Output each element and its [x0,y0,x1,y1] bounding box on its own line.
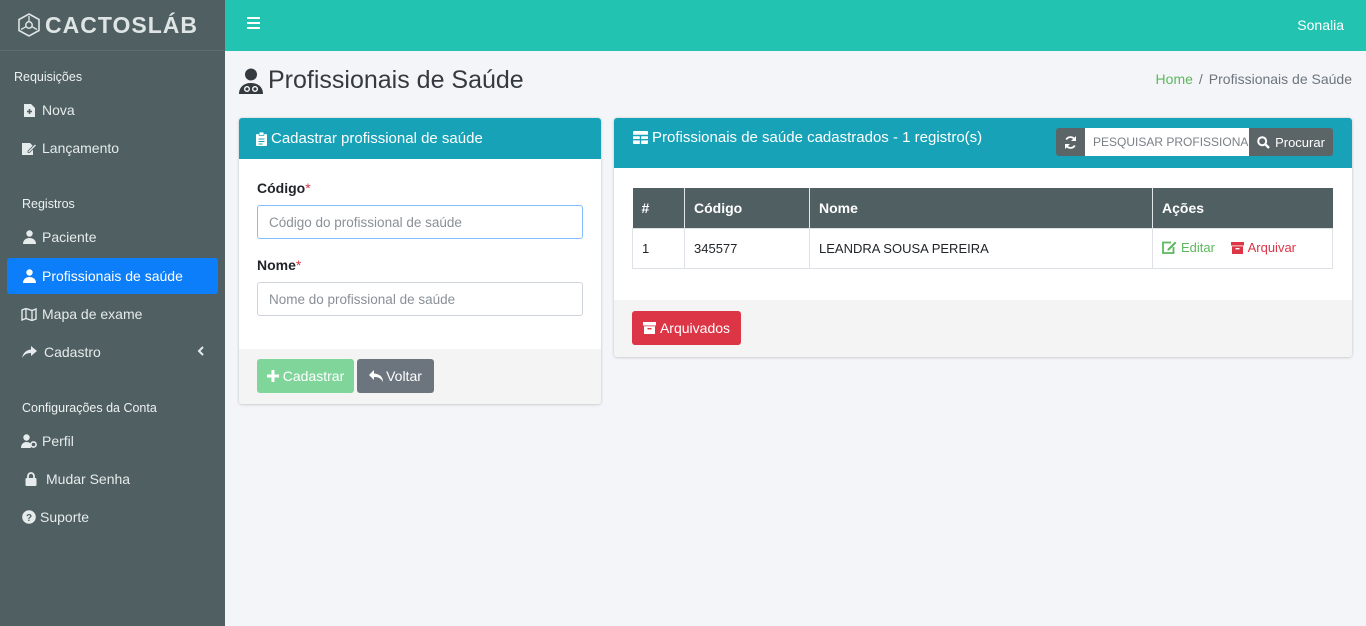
column-header-acoes: Ações [1152,188,1333,228]
breadcrumb-current: Profissionais de Saúde [1208,71,1352,87]
arquivados-button-label: Arquivados [659,320,731,336]
breadcrumb: Home / Profissionais de Saúde [1156,71,1352,87]
table-header-row: # Código Nome Ações [632,188,1333,228]
user-md-icon [21,268,37,284]
archive-link[interactable]: Arquivar [1230,240,1297,255]
cell-nome: LEANDRA SOUSA PEREIRA [809,227,1153,269]
question-circle-icon: ? [21,509,37,525]
professionals-list-footer: Arquivados [614,300,1352,357]
professionals-list-card: Profissionais de saúde cadastrados - 1 r… [614,118,1352,357]
sidebar-item-nova[interactable]: Nova [7,92,218,128]
table-icon [633,131,648,144]
map-icon [21,306,37,322]
user-injured-icon [21,229,37,245]
sidebar-item-perfil[interactable]: Perfil [7,423,218,459]
cell-acoes: Editar Arquivar [1152,227,1333,269]
codigo-input[interactable] [257,205,583,239]
sidebar-item-label: Paciente [42,229,97,245]
cadastrar-button[interactable]: Cadastrar [257,359,354,393]
breadcrumb-separator: / [1198,71,1203,87]
voltar-button-label: Voltar [386,368,422,384]
search-icon [1257,135,1270,149]
table-row: 1 345577 LEANDRA SOUSA PEREIRA Editar Ar… [632,227,1333,269]
sidebar-item-label: Suporte [40,509,90,525]
archive-link-label: Arquivar [1247,240,1297,255]
svg-text:?: ? [26,513,32,524]
cell-index: 1 [632,227,685,269]
sidebar-item-label: Mudar Senha [46,471,131,487]
nome-label-text: Nome [257,257,296,273]
edit-doc-icon [21,140,37,156]
sidebar: CACTOSLÁB Requisições Nova Lançamento Re… [0,0,225,626]
user-name[interactable]: Sonalia [1297,17,1344,33]
user-cog-icon [21,433,37,449]
sidebar-item-label: Profissionais de saúde [42,268,183,284]
breadcrumb-home-link[interactable]: Home [1156,71,1193,87]
menu-toggle-icon[interactable] [247,17,260,33]
register-form-header: Cadastrar profissional de saúde [239,118,601,159]
professionals-table: # Código Nome Ações 1 345577 LEANDRA SOU… [632,188,1333,269]
voltar-button[interactable]: Voltar [357,359,434,393]
sidebar-item-suporte[interactable]: ? Suporte [7,499,218,535]
codigo-label: Código* [257,180,311,196]
user-md-icon [239,68,263,94]
brand-name: CACTOSLÁB [45,11,198,38]
nome-input[interactable] [257,282,583,316]
professionals-list-title: Profissionais de saúde cadastrados - 1 r… [652,129,983,146]
archive-icon [642,322,656,334]
archive-icon [1230,241,1244,254]
sidebar-item-profissionais[interactable]: Profissionais de saúde [7,258,218,294]
edit-link-label: Editar [1181,239,1215,255]
sidebar-item-label: Mapa de exame [42,306,143,322]
sidebar-item-cadastro[interactable]: Cadastro [7,334,218,370]
plus-icon [266,370,279,382]
nav-section-requisicoes: Requisições [14,70,83,84]
sidebar-item-paciente[interactable]: Paciente [7,219,218,255]
register-form-footer: Cadastrar Voltar [239,349,601,404]
nav-section-registros: Registros [22,197,75,211]
procurar-button[interactable]: Procurar [1249,128,1333,156]
chevron-left-icon [197,345,204,359]
refresh-icon [1065,135,1076,149]
clipboard-icon [256,131,267,146]
professionals-list-header: Profissionais de saúde cadastrados - 1 r… [614,118,1352,168]
column-header-codigo: Código [684,188,810,228]
page-title-text: Profissionais de Saúde [268,66,524,94]
edit-link[interactable]: Editar [1162,240,1215,255]
sidebar-item-mapa-exame[interactable]: Mapa de exame [7,296,218,332]
sidebar-item-label: Cadastro [44,344,101,360]
top-navbar: Sonalia [225,0,1366,51]
file-plus-icon [21,102,37,118]
required-mark: * [305,180,311,196]
sidebar-item-lancamento[interactable]: Lançamento [7,130,218,166]
arquivados-button[interactable]: Arquivados [632,311,741,345]
sidebar-item-mudar-senha[interactable]: Mudar Senha [7,461,218,497]
cadastrar-button-label: Cadastrar [282,368,345,384]
nav-section-configuracoes: Configurações da Conta [22,401,157,415]
sidebar-item-label: Nova [42,102,75,118]
sidebar-item-label: Perfil [42,433,74,449]
required-mark: * [295,257,302,273]
reply-icon [369,370,384,382]
nome-label: Nome* [257,257,301,273]
lock-icon [23,471,39,487]
cell-codigo: 345577 [684,227,810,269]
sidebar-item-label: Lançamento [42,140,120,156]
register-form-title: Cadastrar profissional de saúde [271,130,483,147]
share-icon [21,344,37,360]
atom-logo-icon [18,13,40,37]
refresh-button[interactable] [1056,128,1085,156]
edit-icon [1162,241,1177,254]
brand[interactable]: CACTOSLÁB [0,0,225,51]
column-header-index: # [632,188,685,228]
procurar-button-label: Procurar [1275,134,1325,150]
page-title: Profissionais de Saúde [239,66,524,95]
codigo-label-text: Código [257,180,306,196]
register-form-card: Cadastrar profissional de saúde Código* … [239,118,601,404]
search-group: Procurar [1056,128,1333,156]
search-professional-input[interactable] [1085,128,1249,156]
column-header-nome: Nome [809,188,1153,228]
